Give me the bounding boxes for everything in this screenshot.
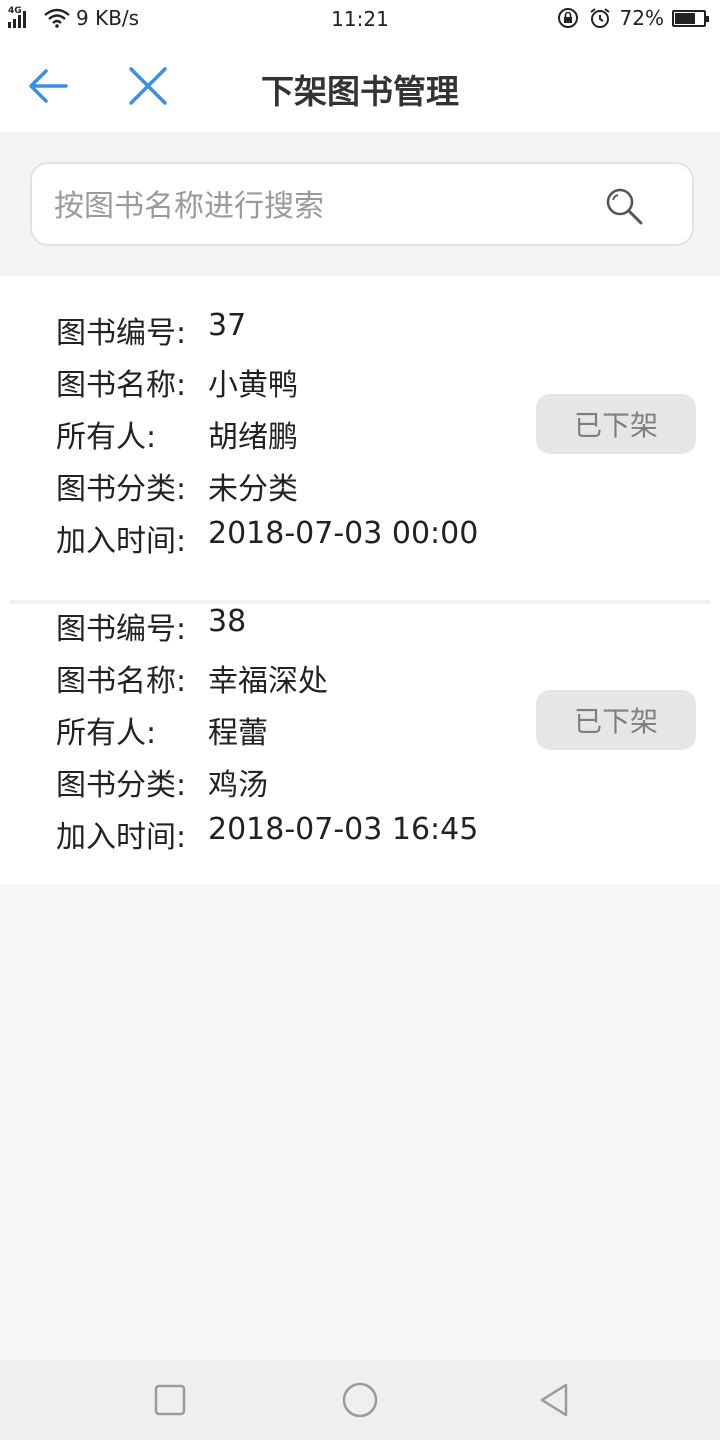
book-owner-row: 所有人: 胡绪鹏 bbox=[56, 412, 298, 455]
book-name-value: 小黄鸭 bbox=[208, 368, 298, 403]
book-category-value: 鸡汤 bbox=[208, 768, 268, 803]
circle-icon[interactable] bbox=[340, 1380, 380, 1420]
status-bar: 4G 9 KB/s 11:21 72% bbox=[0, 0, 720, 38]
alarm-icon bbox=[589, 8, 610, 28]
book-id-label: 图书编号: bbox=[56, 612, 187, 647]
book-owner-row: 所有人: 程蕾 bbox=[56, 708, 268, 751]
book-name-label: 图书名称: bbox=[56, 664, 187, 699]
book-id-label: 图书编号: bbox=[56, 316, 187, 351]
book-owner-label: 所有人: bbox=[56, 716, 157, 751]
battery-fill bbox=[675, 12, 696, 24]
delisted-button[interactable]: 已下架 bbox=[536, 394, 696, 454]
book-name-label: 图书名称: bbox=[56, 368, 187, 403]
title-bar: 下架图书管理 bbox=[0, 38, 720, 132]
status-right: 72% bbox=[556, 6, 709, 30]
book-category-row: 图书分类: 鸡汤 bbox=[56, 760, 268, 803]
book-id-row: 图书编号: 38 bbox=[56, 604, 247, 647]
search-icon[interactable] bbox=[604, 186, 644, 226]
book-added-label: 加入时间: bbox=[56, 820, 187, 855]
rotation-lock-icon bbox=[557, 8, 578, 28]
delisted-button[interactable]: 已下架 bbox=[536, 690, 696, 750]
book-added-row: 加入时间: 2018-07-03 16:45 bbox=[56, 812, 479, 855]
book-category-label: 图书分类: bbox=[56, 768, 187, 803]
book-added-value: 2018-07-03 16:45 bbox=[208, 812, 479, 847]
book-id-value: 37 bbox=[208, 308, 247, 343]
book-owner-value: 程蕾 bbox=[208, 716, 268, 751]
book-category-label: 图书分类: bbox=[56, 472, 187, 507]
book-added-value: 2018-07-03 00:00 bbox=[208, 516, 479, 551]
book-added-label: 加入时间: bbox=[56, 524, 187, 559]
book-name-row: 图书名称: 幸福深处 bbox=[56, 656, 328, 699]
book-category-row: 图书分类: 未分类 bbox=[56, 464, 298, 507]
page-title: 下架图书管理 bbox=[261, 72, 459, 111]
book-owner-value: 胡绪鹏 bbox=[208, 420, 298, 455]
battery-percent: 72% bbox=[619, 6, 664, 30]
book-list: 图书编号: 37 图书名称: 小黄鸭 所有人: 胡绪鹏 图书分类: 未分类 加入… bbox=[0, 276, 720, 884]
square-icon[interactable] bbox=[150, 1380, 190, 1420]
book-id-value: 38 bbox=[208, 604, 247, 639]
book-name-value: 幸福深处 bbox=[208, 664, 328, 699]
system-nav-bar bbox=[0, 1360, 720, 1440]
book-owner-label: 所有人: bbox=[56, 420, 157, 455]
book-name-row: 图书名称: 小黄鸭 bbox=[56, 360, 298, 403]
book-id-row: 图书编号: 37 bbox=[56, 308, 247, 351]
book-card: 图书编号: 38 图书名称: 幸福深处 所有人: 程蕾 图书分类: 鸡汤 加入时… bbox=[0, 596, 720, 892]
search-input[interactable] bbox=[54, 184, 594, 228]
book-category-value: 未分类 bbox=[208, 472, 298, 507]
triangle-back-icon[interactable] bbox=[534, 1380, 574, 1420]
battery-icon bbox=[672, 9, 709, 27]
book-card: 图书编号: 37 图书名称: 小黄鸭 所有人: 胡绪鹏 图书分类: 未分类 加入… bbox=[0, 300, 720, 604]
search-box bbox=[30, 162, 694, 246]
search-section bbox=[0, 132, 720, 276]
book-added-row: 加入时间: 2018-07-03 00:00 bbox=[56, 516, 479, 559]
